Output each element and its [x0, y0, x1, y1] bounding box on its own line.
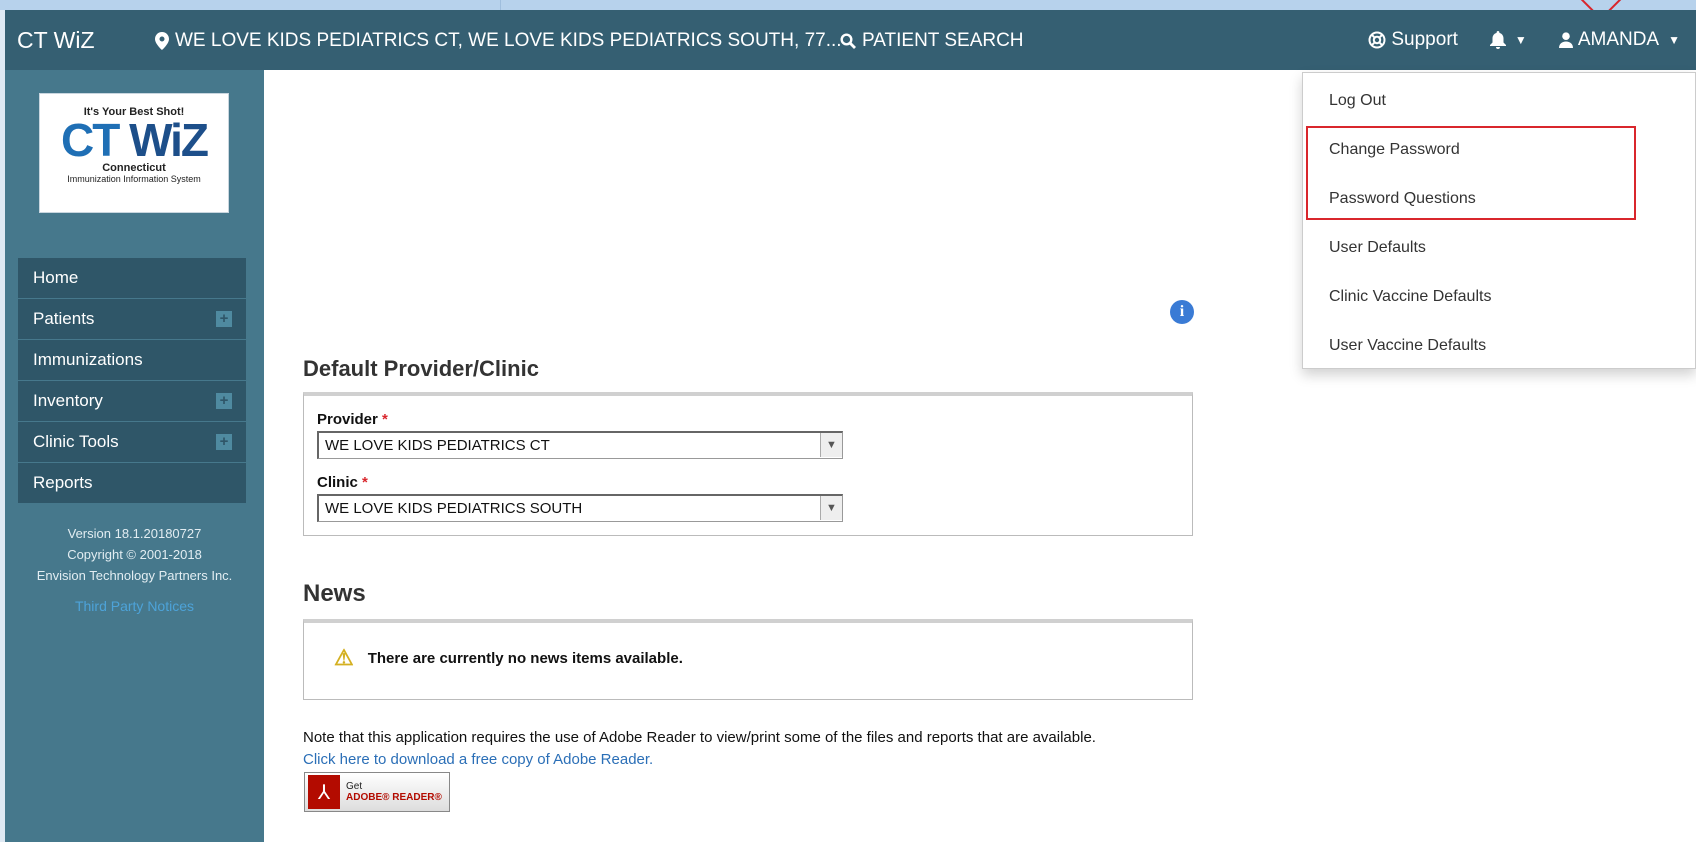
sidebar-item-label: Inventory: [33, 391, 103, 410]
clinic-label: Clinic *: [317, 474, 368, 491]
chevron-down-icon[interactable]: ▼: [820, 496, 842, 520]
company-text: Envision Technology Partners Inc.: [36, 568, 233, 583]
adobe-download-link[interactable]: Click here to download a free copy of Ad…: [303, 751, 653, 768]
adobe-reader-note: Note that this application requires the …: [303, 729, 1096, 746]
sidebar-item-label: Immunizations: [33, 350, 143, 369]
patient-search-link[interactable]: PATIENT SEARCH: [840, 30, 1024, 52]
sidebar: It's Your Best Shot! CT WiZ Connecticut …: [5, 70, 264, 842]
sidebar-item-label: Patients: [33, 309, 95, 328]
sidebar-item-inventory[interactable]: Inventory +: [18, 381, 246, 422]
user-menu-toggle[interactable]: AMANDA ▼: [1543, 10, 1696, 70]
support-label: Support: [1391, 29, 1458, 50]
support-link[interactable]: Support: [1352, 10, 1474, 70]
adobe-badge-label: Get ADOBE® READER®: [346, 781, 442, 803]
expand-plus-icon[interactable]: +: [216, 393, 232, 409]
clinic-select[interactable]: WE LOVE KIDS PEDIATRICS SOUTH ▼: [317, 494, 843, 522]
window-top-strip: [0, 0, 1696, 10]
logo-ct: CT: [60, 114, 120, 166]
logo-wiz: WiZ: [129, 114, 209, 166]
provider-select-value: WE LOVE KIDS PEDIATRICS CT: [325, 437, 550, 454]
bell-icon: [1489, 31, 1506, 49]
pdf-icon: ⅄: [308, 775, 340, 809]
info-circle-icon[interactable]: i: [1170, 300, 1194, 324]
get-adobe-reader-badge[interactable]: ⅄ Get ADOBE® READER®: [304, 772, 450, 812]
search-icon: [840, 33, 856, 49]
provider-label: Provider *: [317, 411, 388, 428]
location-text: WE LOVE KIDS PEDIATRICS CT, WE LOVE KIDS…: [175, 30, 842, 51]
news-empty-message: ⚠ There are currently no news items avai…: [334, 645, 683, 671]
sidebar-item-immunizations[interactable]: Immunizations: [18, 340, 246, 381]
copyright-text: Copyright © 2001-2018: [67, 547, 202, 562]
news-panel: ⚠ There are currently no news items avai…: [303, 619, 1193, 700]
notifications-dropdown[interactable]: ▼: [1474, 10, 1543, 70]
sidebar-item-label: Home: [33, 268, 79, 287]
default-provider-panel: Provider * WE LOVE KIDS PEDIATRICS CT ▼ …: [303, 392, 1193, 536]
brand-title[interactable]: CT WiZ: [17, 27, 95, 54]
expand-plus-icon[interactable]: +: [216, 434, 232, 450]
adobe-badge-name: ADOBE® READER®: [346, 792, 442, 803]
chevron-down-icon: ▼: [1668, 33, 1680, 47]
chevron-down-icon: ▼: [1514, 33, 1527, 47]
logo-wordmark: CT WiZ: [40, 117, 228, 163]
logo-system: Immunization Information System: [67, 174, 201, 184]
required-asterisk: *: [382, 411, 388, 428]
map-marker-icon: [155, 32, 169, 50]
top-navbar: CT WiZ WE LOVE KIDS PEDIATRICS CT, WE LO…: [5, 10, 1696, 70]
navbar-right: Support ▼ AMANDA ▼: [1352, 10, 1696, 70]
sidebar-menu: Home Patients + Immunizations Inventory …: [18, 258, 246, 504]
clinic-select-value: WE LOVE KIDS PEDIATRICS SOUTH: [325, 500, 583, 517]
news-title: News: [303, 580, 366, 607]
chevron-down-icon[interactable]: ▼: [820, 433, 842, 457]
current-location[interactable]: WE LOVE KIDS PEDIATRICS CT, WE LOVE KIDS…: [155, 30, 842, 52]
patient-search-label: PATIENT SEARCH: [862, 30, 1024, 51]
life-ring-icon: [1368, 31, 1386, 49]
menu-item-user-vaccine-defaults[interactable]: User Vaccine Defaults: [1303, 321, 1695, 370]
default-provider-title: Default Provider/Clinic: [303, 356, 539, 381]
ct-wiz-logo[interactable]: It's Your Best Shot! CT WiZ Connecticut …: [39, 93, 229, 213]
menu-item-change-password[interactable]: Change Password: [1303, 125, 1695, 174]
menu-item-password-questions[interactable]: Password Questions: [1303, 174, 1695, 223]
user-dropdown-menu: Log Out Change Password Password Questio…: [1302, 72, 1696, 369]
third-party-notices-link[interactable]: Third Party Notices: [5, 596, 264, 617]
warning-icon: ⚠: [334, 645, 354, 670]
sidebar-item-reports[interactable]: Reports: [18, 463, 246, 504]
sidebar-item-home[interactable]: Home: [18, 258, 246, 299]
version-text: Version 18.1.20180727: [67, 526, 202, 541]
user-icon: [1558, 32, 1573, 48]
sidebar-item-label: Clinic Tools: [33, 432, 119, 451]
news-empty-text: There are currently no news items availa…: [367, 649, 683, 667]
user-name: AMANDA: [1577, 29, 1660, 50]
sidebar-item-clinic-tools[interactable]: Clinic Tools +: [18, 422, 246, 463]
required-asterisk: *: [362, 474, 368, 491]
adobe-badge-get: Get: [346, 781, 363, 792]
sidebar-footer: Version 18.1.20180727 Copyright © 2001-2…: [5, 523, 264, 617]
expand-plus-icon[interactable]: +: [216, 311, 232, 327]
sidebar-item-label: Reports: [33, 473, 93, 492]
sidebar-item-patients[interactable]: Patients +: [18, 299, 246, 340]
menu-item-user-defaults[interactable]: User Defaults: [1303, 223, 1695, 272]
top-strip-divider: [500, 0, 501, 10]
menu-item-clinic-vaccine-defaults[interactable]: Clinic Vaccine Defaults: [1303, 272, 1695, 321]
menu-item-log-out[interactable]: Log Out: [1303, 76, 1695, 125]
provider-select[interactable]: WE LOVE KIDS PEDIATRICS CT ▼: [317, 431, 843, 459]
